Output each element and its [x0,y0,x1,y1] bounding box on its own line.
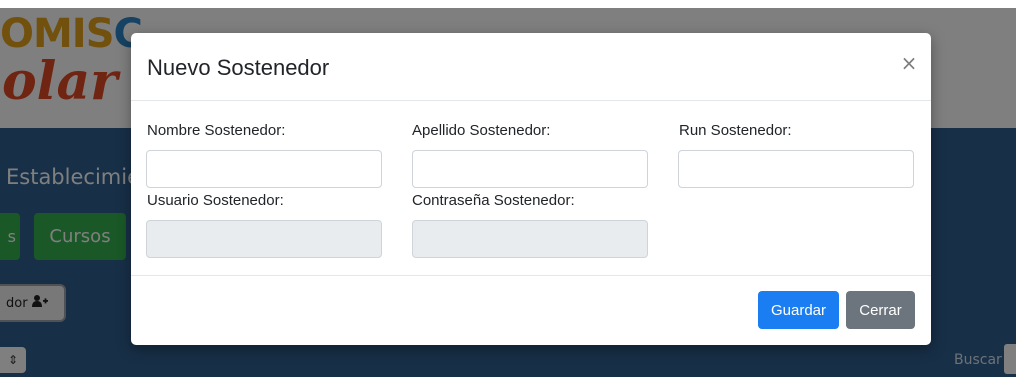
new-sostenedor-modal: Nuevo Sostenedor × Nombre Sostenedor: Ap… [131,33,931,345]
close-icon[interactable]: × [897,51,921,75]
run-label: Run Sostenedor: [679,122,792,139]
contrasena-input[interactable] [412,220,648,258]
apellido-input[interactable] [412,150,648,188]
nombre-input[interactable] [146,150,382,188]
usuario-input[interactable] [146,220,382,258]
apellido-label: Apellido Sostenedor: [412,122,551,139]
contrasena-label: Contraseña Sostenedor: [412,192,575,209]
modal-title: Nuevo Sostenedor [147,55,330,80]
modal-header: Nuevo Sostenedor × [131,33,931,101]
usuario-label: Usuario Sostenedor: [147,192,284,209]
run-input[interactable] [678,150,914,188]
nombre-label: Nombre Sostenedor: [147,122,286,139]
cancel-button[interactable]: Cerrar [846,291,915,329]
top-strip [0,0,1016,8]
save-button[interactable]: Guardar [758,291,839,329]
